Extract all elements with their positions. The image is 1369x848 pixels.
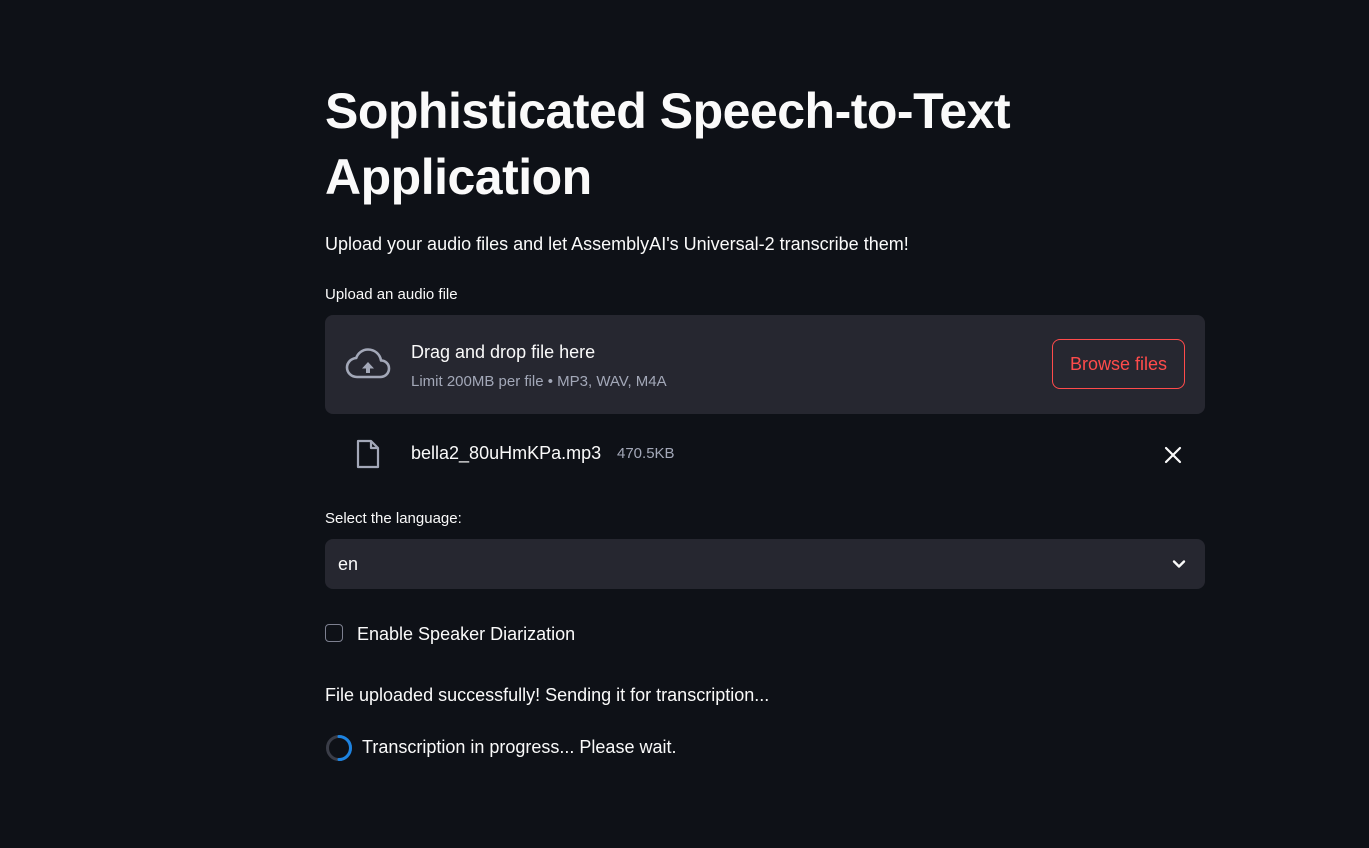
dropzone-limit-text: Limit 200MB per file • MP3, WAV, M4A <box>411 373 667 390</box>
speaker-diarization-label: Enable Speaker Diarization <box>357 624 576 644</box>
file-icon <box>356 439 380 469</box>
language-select-label: Select the language: <box>325 510 462 527</box>
file-dropzone[interactable]: Drag and drop file here Limit 200MB per … <box>325 315 1205 414</box>
language-select[interactable]: en <box>325 539 1205 589</box>
language-select-value: en <box>338 554 359 574</box>
transcription-progress-message: Transcription in progress... Please wait… <box>362 737 677 757</box>
file-name: bella2_80uHmKPa.mp3 <box>411 443 602 463</box>
browse-files-button[interactable]: Browse files <box>1052 339 1185 389</box>
upload-label: Upload an audio file <box>325 286 458 303</box>
close-icon[interactable] <box>1159 441 1187 469</box>
upload-status-message: File uploaded successfully! Sending it f… <box>325 685 770 705</box>
dropzone-title: Drag and drop file here <box>411 342 596 362</box>
file-size: 470.5KB <box>617 445 675 462</box>
page-title: Sophisticated Speech-to-Text Application <box>325 83 1011 205</box>
uploaded-file-row: bella2_80uHmKPa.mp3 470.5KB <box>325 428 1205 478</box>
chevron-down-icon <box>1172 560 1186 568</box>
cloud-upload-icon <box>345 348 391 379</box>
loading-spinner-icon <box>326 735 353 761</box>
page-subtitle: Upload your audio files and let Assembly… <box>325 234 909 254</box>
speaker-diarization-checkbox[interactable] <box>325 624 343 642</box>
